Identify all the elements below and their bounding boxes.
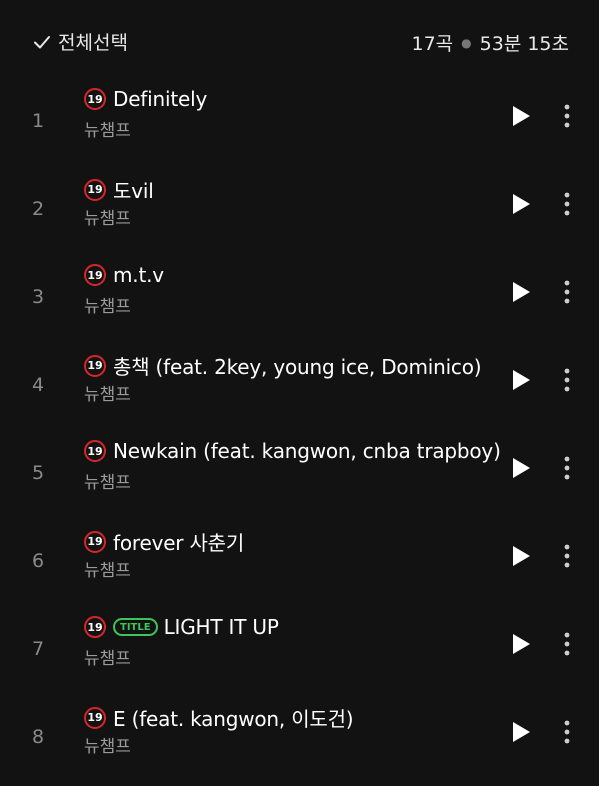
more-options-icon[interactable] (557, 542, 577, 570)
check-icon (34, 35, 50, 48)
play-icon[interactable] (510, 192, 532, 216)
track-row[interactable]: 6 19 forever 사춘기 뉴챔프 (0, 522, 599, 610)
track-artist[interactable]: 뉴챔프 (84, 380, 131, 405)
title-line: 19 Newkain (feat. kangwon, cnba trapboy) (84, 439, 501, 463)
play-icon[interactable] (510, 632, 532, 656)
age-19-badge: 19 (84, 616, 106, 638)
track-title: 도vil (113, 179, 154, 203)
track-row[interactable]: 1 19 Definitely 뉴챔프 (0, 82, 599, 170)
title-line: 19 E (feat. kangwon, 이도건) (84, 703, 354, 732)
age-19-badge: 19 (84, 440, 106, 462)
track-artist[interactable]: 뉴챔프 (84, 204, 131, 229)
track-row[interactable]: 7 19 TITLE LIGHT IT UP 뉴챔프 (0, 610, 599, 698)
playlist-header: 전체선택 17곡 ● 53분 15초 (0, 0, 599, 82)
title-line: 19 Definitely (84, 87, 207, 111)
play-icon[interactable] (510, 368, 532, 392)
age-19-badge: 19 (84, 88, 106, 110)
track-title: forever 사춘기 (113, 531, 245, 555)
age-19-badge: 19 (84, 178, 106, 201)
select-all-label: 전체선택 (58, 32, 128, 54)
age-19-badge: 19 (84, 354, 106, 377)
more-options-icon[interactable] (557, 630, 577, 658)
track-number: 4 (32, 374, 45, 396)
title-line: 19 m.t.v (84, 263, 164, 287)
track-artist[interactable]: 뉴챔프 (84, 468, 131, 493)
play-icon[interactable] (510, 104, 532, 128)
play-icon[interactable] (510, 280, 532, 304)
track-number: 7 (32, 638, 45, 660)
track-title: E (feat. kangwon, 이도건) (113, 707, 354, 731)
select-all-button[interactable]: 전체선택 (32, 28, 128, 55)
play-icon[interactable] (510, 720, 532, 744)
track-number: 5 (32, 462, 45, 484)
title-track-badge: TITLE (113, 618, 158, 636)
more-options-icon[interactable] (557, 278, 577, 306)
track-artist[interactable]: 뉴챔프 (84, 644, 131, 669)
track-number: 1 (32, 110, 45, 132)
track-row[interactable]: 3 19 m.t.v 뉴챔프 (0, 258, 599, 346)
title-line: 19 forever 사춘기 (84, 527, 244, 556)
track-number: 3 (32, 286, 45, 308)
track-title: 총책 (feat. 2key, young ice, Dominico) (113, 355, 482, 379)
track-title: m.t.v (113, 263, 164, 287)
track-artist[interactable]: 뉴챔프 (84, 292, 131, 317)
age-19-badge: 19 (84, 264, 106, 286)
track-row[interactable]: 4 19 총책 (feat. 2key, young ice, Dominico… (0, 346, 599, 434)
age-19-badge: 19 (84, 706, 106, 729)
more-options-icon[interactable] (557, 718, 577, 746)
track-artist[interactable]: 뉴챔프 (84, 732, 131, 757)
track-number: 2 (32, 198, 45, 220)
track-number: 6 (32, 550, 45, 572)
track-row[interactable]: 2 19 도vil 뉴챔프 (0, 170, 599, 258)
track-number: 8 (32, 726, 45, 748)
title-line: 19 TITLE LIGHT IT UP (84, 615, 279, 639)
track-row[interactable]: 8 19 E (feat. kangwon, 이도건) 뉴챔프 (0, 698, 599, 786)
play-icon[interactable] (510, 544, 532, 568)
track-title: Definitely (113, 87, 208, 111)
track-artist[interactable]: 뉴챔프 (84, 556, 131, 581)
playlist-summary: 17곡 ● 53분 15초 (411, 29, 569, 56)
more-options-icon[interactable] (557, 102, 577, 130)
title-line: 19 총책 (feat. 2key, young ice, Dominico) (84, 351, 482, 380)
track-title: LIGHT IT UP (163, 615, 279, 639)
track-title: Newkain (feat. kangwon, cnba trapboy) (113, 439, 501, 463)
more-options-icon[interactable] (557, 366, 577, 394)
track-row[interactable]: 5 19 Newkain (feat. kangwon, cnba trapbo… (0, 434, 599, 522)
age-19-badge: 19 (84, 530, 106, 553)
total-duration: 53분 15초 (479, 33, 569, 55)
title-line: 19 도vil (84, 175, 154, 204)
more-options-icon[interactable] (557, 454, 577, 482)
track-list: 1 19 Definitely 뉴챔프 2 19 도vil 뉴챔프 3 19 m… (0, 82, 599, 786)
separator-dot: ● (461, 35, 472, 50)
track-count: 17곡 (411, 33, 454, 55)
more-options-icon[interactable] (557, 190, 577, 218)
track-artist[interactable]: 뉴챔프 (84, 116, 131, 141)
play-icon[interactable] (510, 456, 532, 480)
